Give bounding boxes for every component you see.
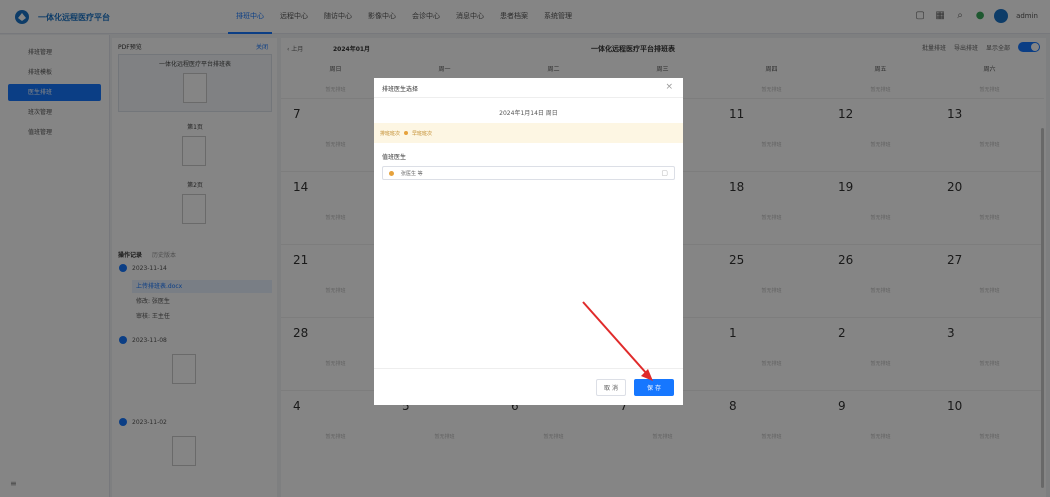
- save-button[interactable]: 保 存: [634, 379, 674, 396]
- doctor-select-field[interactable]: 张医生 等 ▢: [382, 166, 675, 180]
- close-icon[interactable]: ×: [665, 82, 673, 92]
- notice-value: 早班班次: [412, 130, 433, 137]
- doctor-field-label: 值班医生: [382, 154, 407, 161]
- dialog-title: 排班医生选择: [382, 86, 419, 93]
- cancel-button[interactable]: 取 消: [596, 379, 626, 396]
- shift-notice: 排班班次 早班班次: [374, 123, 683, 143]
- shift-dot-icon: [404, 131, 409, 135]
- notice-prefix: 排班班次: [380, 130, 401, 137]
- dialog-date: 2024年1月14日 周日: [499, 110, 558, 117]
- doctor-select-value: 张医生 等: [401, 171, 423, 177]
- dialog-header: 排班医生选择 ×: [374, 78, 683, 98]
- dialog-footer: 取 消 保 存: [374, 368, 683, 405]
- select-icon[interactable]: ▢: [661, 169, 668, 177]
- schedule-dialog: 排班医生选择 × 2024年1月14日 周日 排班班次 早班班次 值班医生 张医…: [374, 78, 683, 405]
- shift-dot-icon: [389, 171, 394, 176]
